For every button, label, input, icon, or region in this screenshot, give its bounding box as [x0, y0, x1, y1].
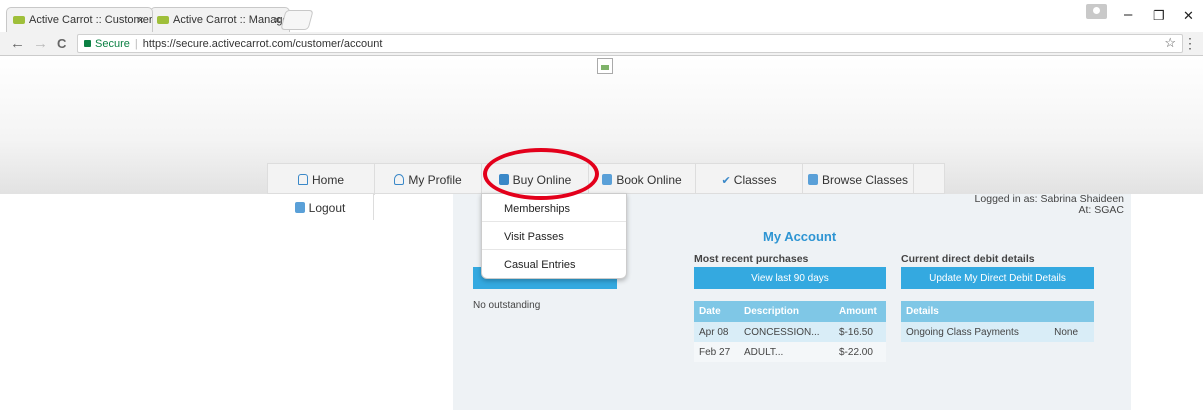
nav-label: Book Online [616, 173, 682, 187]
buy-online-dropdown: Memberships Visit Passes Casual Entries [481, 193, 627, 279]
browser-tab-bar: Active Carrot :: Customer × Active Carro… [0, 0, 1203, 32]
direct-debit-table: Details Ongoing Class Payments None [901, 301, 1094, 342]
logged-in-location: At: SGAC [1078, 204, 1124, 216]
table-row: Apr 08 CONCESSION... $-16.50 [694, 322, 886, 342]
url-text: https://secure.activecarrot.com/customer… [142, 38, 383, 50]
tab-close-icon[interactable]: × [137, 13, 144, 27]
table-row: Ongoing Class Payments None [901, 322, 1094, 342]
favicon-icon [157, 16, 169, 24]
table-header-row: Details [901, 301, 1094, 322]
nav-label: Home [311, 173, 344, 187]
purchases-table: Date Description Amount Apr 08 CONCESSIO… [694, 301, 886, 362]
column-header: Amount [834, 301, 886, 322]
nav-item-browse-classes[interactable]: Browse Classes [803, 164, 914, 195]
nav-label: Logout [308, 201, 346, 215]
dropdown-item-casual-entries[interactable]: Casual Entries [482, 250, 626, 278]
nav-item-buy-online[interactable]: Buy Online [482, 164, 589, 195]
nav-item-home[interactable]: Home [268, 164, 375, 195]
column-header: Description [739, 301, 834, 322]
browse-icon [807, 174, 818, 185]
minimize-icon[interactable]: – [1124, 6, 1132, 23]
browser-tab-customer[interactable]: Active Carrot :: Customer × [6, 7, 153, 32]
address-bar-row: ← → C Secure | https://secure.activecarrot… [0, 32, 1203, 56]
no-outstanding-text: No outstanding [473, 300, 541, 311]
reload-icon[interactable]: C [57, 36, 66, 51]
main-nav: Home My Profile Buy Online Book Online ✔… [267, 163, 945, 195]
home-icon [297, 174, 308, 185]
purchase-amount: $-22.00 [834, 342, 886, 362]
check-icon: ✔ [721, 175, 734, 187]
logged-in-info: Logged in as: Sabrina Shaideen At: SGAC [975, 194, 1124, 216]
purchase-date: Apr 08 [694, 322, 739, 342]
nav-item-my-profile[interactable]: My Profile [375, 164, 482, 195]
nav-item-logout[interactable]: Logout [267, 194, 374, 220]
restore-icon[interactable]: ❐ [1153, 8, 1165, 24]
back-icon[interactable]: ← [10, 35, 25, 52]
view-last-90-days-button[interactable]: View last 90 days [694, 267, 886, 289]
nav-label: Browse Classes [821, 173, 909, 187]
browser-tab-manager[interactable]: Active Carrot :: Manager × [150, 7, 290, 32]
close-window-icon[interactable]: ✕ [1183, 8, 1194, 24]
page-title: My Account [763, 229, 837, 244]
tab-close-icon[interactable]: × [274, 13, 281, 27]
debit-value: None [1040, 322, 1094, 342]
table-row: Feb 27 ADULT... $-22.00 [694, 342, 886, 362]
nav-label: Classes [733, 173, 777, 187]
tab-title: Active Carrot :: Manager [173, 14, 290, 26]
browser-menu-icon[interactable]: ⋮ [1183, 35, 1197, 52]
purchase-description: CONCESSION... [739, 322, 834, 342]
nav-item-book-online[interactable]: Book Online [589, 164, 696, 195]
bookmark-star-icon[interactable]: ☆ [1164, 35, 1176, 51]
purchase-description: ADULT... [739, 342, 834, 362]
table-header-row: Date Description Amount [694, 301, 886, 322]
dropdown-item-memberships[interactable]: Memberships [482, 194, 626, 222]
new-tab-button[interactable] [280, 10, 314, 30]
lock-icon [84, 40, 91, 47]
cart-icon [498, 174, 509, 185]
browser-profile-icon[interactable] [1086, 4, 1107, 19]
dropdown-item-visit-passes[interactable]: Visit Passes [482, 222, 626, 250]
column-header: Details [901, 301, 1094, 322]
url-separator: | [134, 38, 138, 50]
nav-label: My Profile [408, 173, 462, 187]
tab-title: Active Carrot :: Customer [29, 14, 153, 26]
favicon-icon [13, 16, 25, 24]
purchase-amount: $-16.50 [834, 322, 886, 342]
broken-image-icon [597, 58, 613, 74]
secure-label: Secure [95, 38, 130, 50]
profile-icon [394, 174, 405, 185]
forward-icon[interactable]: → [33, 35, 48, 52]
purchases-heading: Most recent purchases [694, 253, 809, 265]
url-field[interactable]: Secure | https://secure.activecarrot.com/c… [77, 34, 1183, 53]
nav-label: Buy Online [512, 173, 572, 187]
debit-detail: Ongoing Class Payments [901, 322, 1041, 342]
nav-item-classes[interactable]: ✔ Classes [696, 164, 803, 195]
direct-debit-heading: Current direct debit details [901, 253, 1035, 265]
book-icon [602, 174, 613, 185]
update-direct-debit-button[interactable]: Update My Direct Debit Details [901, 267, 1094, 289]
purchase-date: Feb 27 [694, 342, 739, 362]
column-header: Date [694, 301, 739, 322]
logout-icon [294, 202, 305, 213]
